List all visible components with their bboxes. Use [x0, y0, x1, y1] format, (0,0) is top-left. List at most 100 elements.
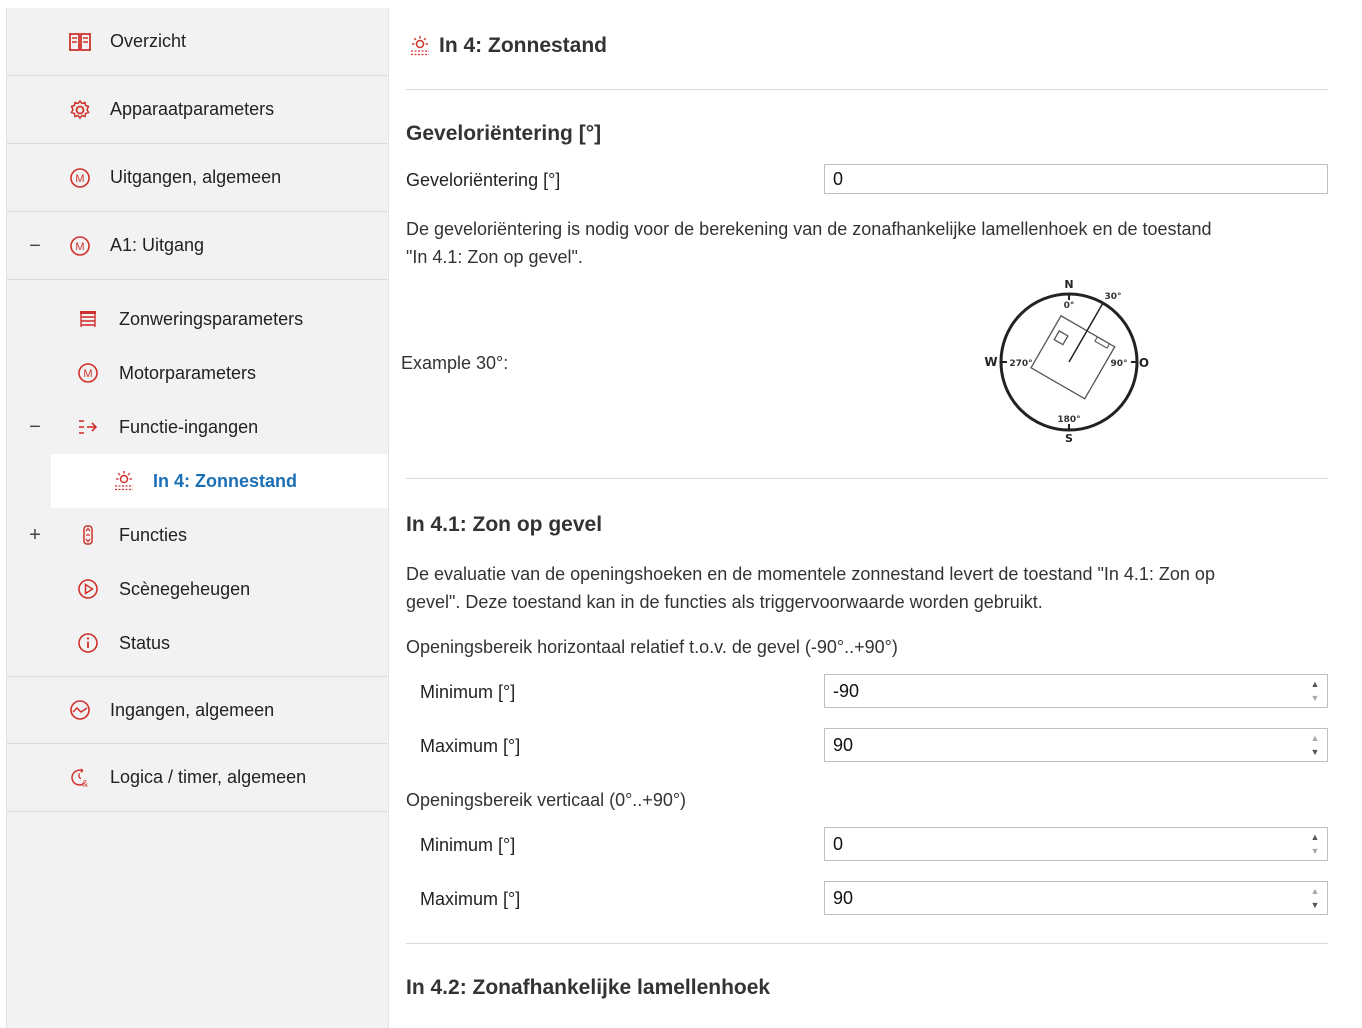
motor-icon: M — [69, 167, 91, 189]
h-min-spinbox[interactable]: -90 ▲ ▼ — [824, 674, 1328, 708]
spin-down-icon[interactable]: ▼ — [1311, 900, 1320, 910]
v-min-spinbox[interactable]: 0 ▲ ▼ — [824, 827, 1328, 861]
gear-icon — [69, 99, 91, 121]
sidebar-item-label: Ingangen, algemeen — [110, 699, 275, 720]
sidebar-item-label: Zonweringsparameters — [119, 308, 304, 329]
sidebar-item-motorparameters[interactable]: M Motorparameters — [7, 346, 387, 400]
svg-text:M: M — [83, 368, 92, 380]
v-min-label: Minimum [°] — [420, 835, 516, 855]
field-value: -90 — [833, 680, 860, 701]
compass-270-label: 270° — [1009, 359, 1032, 369]
sidebar-item-functies[interactable]: + Functies — [7, 508, 387, 562]
section-heading-facade: Geveloriëntering [°] — [406, 122, 602, 145]
sidebar: Overzicht Apparaatparameters M Uitgangen… — [6, 8, 389, 1028]
sun-description-line2: gevel". Deze toestand kan in de functies… — [406, 592, 1043, 612]
sidebar-item-label: Functie-ingangen — [119, 416, 259, 437]
facade-description-line2: "In 4.1: Zon op gevel". — [406, 247, 583, 267]
field-value: 90 — [833, 734, 854, 755]
sidebar-item-overzicht[interactable]: Overzicht — [7, 8, 387, 76]
compass-s-label: S — [1065, 432, 1073, 445]
spin-down-icon[interactable]: ▼ — [1311, 747, 1320, 757]
logic-timer-icon: & — [69, 767, 91, 789]
h-max-spinbox[interactable]: 90 ▲ ▼ — [824, 728, 1328, 762]
sidebar-item-in4-zonnestand[interactable]: In 4: Zonnestand — [51, 454, 389, 508]
spin-up-icon[interactable]: ▲ — [1311, 832, 1320, 842]
overview-icon — [69, 31, 91, 53]
facade-description-line1: De geveloriëntering is nodig voor de ber… — [406, 219, 1212, 239]
h-min-label: Minimum [°] — [420, 682, 516, 702]
input-arrow-icon — [77, 416, 99, 438]
blinds-icon — [77, 308, 99, 330]
section-heading-slat-angle: In 4.2: Zonafhankelijke lamellenhoek — [406, 976, 771, 999]
scene-play-icon — [77, 578, 99, 600]
field-value: 0 — [833, 833, 844, 854]
sidebar-item-functie-ingangen[interactable]: − Functie-ingangen — [7, 400, 387, 454]
compass-90-label: 90° — [1110, 359, 1127, 369]
sidebar-item-label: Overzicht — [110, 31, 187, 51]
spin-down-icon[interactable]: ▼ — [1311, 846, 1320, 856]
info-icon — [77, 632, 99, 654]
functions-icon — [77, 524, 99, 546]
horizontal-range-label: Openingsbereik horizontaal relatief t.o.… — [406, 637, 898, 657]
sun-icon — [409, 35, 431, 57]
sun-icon — [113, 470, 135, 492]
sidebar-item-label: Logica / timer, algemeen — [110, 767, 307, 787]
spin-buttons[interactable]: ▲ ▼ — [1309, 886, 1321, 910]
main-panel: In 4: Zonnestand Geveloriëntering [°] Ge… — [388, 8, 1350, 1028]
compass-w-label: W — [984, 355, 997, 369]
sidebar-item-a1-uitgang[interactable]: − M A1: Uitgang — [7, 212, 387, 280]
compass-diagram: N 0° 30° W 270° 90° O 180° S — [979, 276, 1159, 461]
svg-text:M: M — [75, 173, 84, 185]
vertical-range-label: Openingsbereik verticaal (0°..+90°) — [406, 790, 687, 810]
v-max-label: Maximum [°] — [420, 889, 521, 909]
sidebar-item-ingangen-algemeen[interactable]: Ingangen, algemeen — [7, 676, 387, 744]
collapse-toggle[interactable]: − — [27, 417, 43, 437]
spin-buttons[interactable]: ▲ ▼ — [1309, 679, 1321, 703]
motor-icon: M — [77, 362, 99, 384]
field-value: 0 — [833, 168, 844, 189]
compass-180-label: 180° — [1057, 415, 1080, 425]
page-title: In 4: Zonnestand — [409, 34, 607, 58]
sidebar-item-uitgangen-algemeen[interactable]: M Uitgangen, algemeen — [7, 144, 387, 212]
compass-n-label: N — [1064, 278, 1073, 291]
sidebar-item-logica-timer[interactable]: & Logica / timer, algemeen — [7, 744, 387, 812]
compass-o-label: O — [1139, 356, 1149, 370]
svg-text:&: & — [82, 778, 88, 788]
inputs-icon — [69, 699, 91, 721]
spin-up-icon[interactable]: ▲ — [1311, 733, 1320, 743]
motor-icon: M — [69, 235, 91, 257]
sidebar-item-zonweringsparameters[interactable]: Zonweringsparameters — [7, 292, 387, 346]
sidebar-item-label: Scènegeheugen — [119, 578, 251, 599]
sidebar-item-label: A1: Uitgang — [110, 235, 205, 255]
sidebar-item-label: Status — [119, 632, 171, 653]
compass-0-label: 0° — [1064, 301, 1075, 311]
example-label: Example 30°: — [401, 353, 509, 373]
submenu-pointer — [23, 286, 47, 296]
v-max-spinbox[interactable]: 90 ▲ ▼ — [824, 881, 1328, 915]
spin-buttons[interactable]: ▲ ▼ — [1309, 733, 1321, 757]
sidebar-item-label: Uitgangen, algemeen — [110, 167, 282, 187]
svg-text:M: M — [75, 241, 84, 253]
spin-up-icon[interactable]: ▲ — [1311, 679, 1320, 689]
sun-description-line1: De evaluatie van de openingshoeken en de… — [406, 564, 1215, 584]
sidebar-item-status[interactable]: Status — [7, 616, 387, 670]
spin-down-icon[interactable]: ▼ — [1311, 693, 1320, 703]
spin-up-icon[interactable]: ▲ — [1311, 886, 1320, 896]
expand-toggle[interactable]: + — [27, 525, 43, 545]
compass-30-label: 30° — [1104, 292, 1121, 302]
divider — [406, 478, 1328, 479]
spin-buttons[interactable]: ▲ ▼ — [1309, 832, 1321, 856]
sidebar-item-apparaatparameters[interactable]: Apparaatparameters — [7, 76, 387, 144]
h-max-label: Maximum [°] — [420, 736, 521, 756]
collapse-toggle[interactable]: − — [27, 236, 43, 256]
sidebar-item-label: In 4: Zonnestand — [153, 470, 297, 491]
sidebar-item-label: Functies — [119, 524, 188, 545]
sidebar-item-label: Motorparameters — [119, 362, 257, 383]
facade-orientation-input[interactable]: 0 — [824, 164, 1328, 194]
section-heading-sun-on-facade: In 4.1: Zon op gevel — [406, 513, 603, 536]
divider — [406, 943, 1328, 944]
divider — [406, 89, 1328, 90]
sidebar-item-scenegeheugen[interactable]: Scènegeheugen — [7, 562, 387, 616]
field-value: 90 — [833, 887, 854, 908]
page-title-text: In 4: Zonnestand — [439, 34, 607, 57]
